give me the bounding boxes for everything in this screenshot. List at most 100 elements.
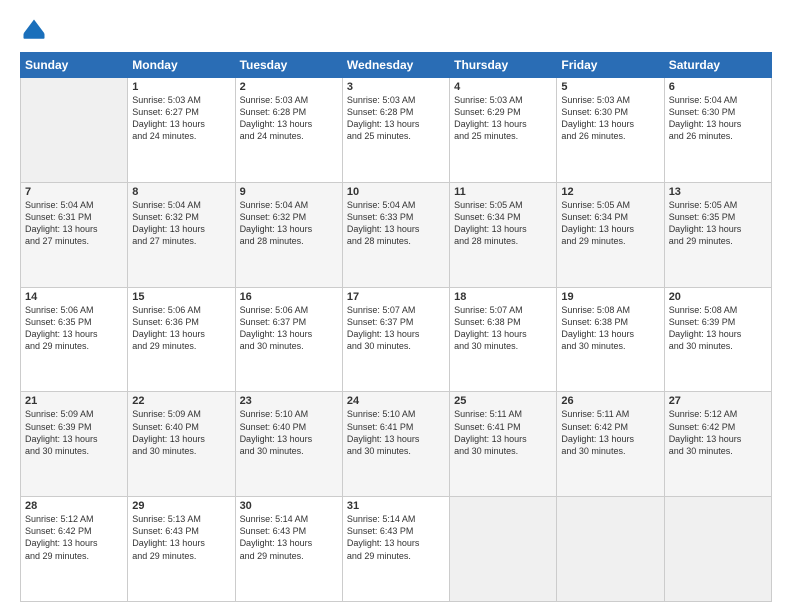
calendar-cell: 19Sunrise: 5:08 AM Sunset: 6:38 PM Dayli…	[557, 287, 664, 392]
day-number: 30	[240, 500, 338, 512]
day-info: Sunrise: 5:09 AM Sunset: 6:40 PM Dayligh…	[132, 408, 230, 457]
day-number: 28	[25, 500, 123, 512]
day-info: Sunrise: 5:10 AM Sunset: 6:40 PM Dayligh…	[240, 408, 338, 457]
day-number: 14	[25, 291, 123, 303]
calendar-header-monday: Monday	[128, 53, 235, 78]
calendar-cell: 5Sunrise: 5:03 AM Sunset: 6:30 PM Daylig…	[557, 78, 664, 183]
day-info: Sunrise: 5:03 AM Sunset: 6:27 PM Dayligh…	[132, 94, 230, 143]
calendar-cell	[664, 497, 771, 602]
day-info: Sunrise: 5:13 AM Sunset: 6:43 PM Dayligh…	[132, 513, 230, 562]
day-info: Sunrise: 5:03 AM Sunset: 6:28 PM Dayligh…	[240, 94, 338, 143]
calendar-cell: 2Sunrise: 5:03 AM Sunset: 6:28 PM Daylig…	[235, 78, 342, 183]
calendar-cell	[450, 497, 557, 602]
calendar-header-sunday: Sunday	[21, 53, 128, 78]
calendar-cell: 3Sunrise: 5:03 AM Sunset: 6:28 PM Daylig…	[342, 78, 449, 183]
logo	[20, 16, 50, 44]
day-info: Sunrise: 5:05 AM Sunset: 6:35 PM Dayligh…	[669, 199, 767, 248]
header	[20, 16, 772, 44]
day-info: Sunrise: 5:12 AM Sunset: 6:42 PM Dayligh…	[669, 408, 767, 457]
calendar-header-tuesday: Tuesday	[235, 53, 342, 78]
day-number: 1	[132, 81, 230, 93]
calendar-cell: 12Sunrise: 5:05 AM Sunset: 6:34 PM Dayli…	[557, 182, 664, 287]
day-number: 5	[561, 81, 659, 93]
day-info: Sunrise: 5:09 AM Sunset: 6:39 PM Dayligh…	[25, 408, 123, 457]
day-info: Sunrise: 5:03 AM Sunset: 6:30 PM Dayligh…	[561, 94, 659, 143]
calendar-cell: 24Sunrise: 5:10 AM Sunset: 6:41 PM Dayli…	[342, 392, 449, 497]
calendar-cell: 18Sunrise: 5:07 AM Sunset: 6:38 PM Dayli…	[450, 287, 557, 392]
calendar-cell: 22Sunrise: 5:09 AM Sunset: 6:40 PM Dayli…	[128, 392, 235, 497]
calendar-cell: 21Sunrise: 5:09 AM Sunset: 6:39 PM Dayli…	[21, 392, 128, 497]
calendar-week-3: 21Sunrise: 5:09 AM Sunset: 6:39 PM Dayli…	[21, 392, 772, 497]
calendar-cell	[21, 78, 128, 183]
calendar-week-2: 14Sunrise: 5:06 AM Sunset: 6:35 PM Dayli…	[21, 287, 772, 392]
calendar-cell: 30Sunrise: 5:14 AM Sunset: 6:43 PM Dayli…	[235, 497, 342, 602]
calendar-cell: 6Sunrise: 5:04 AM Sunset: 6:30 PM Daylig…	[664, 78, 771, 183]
calendar-cell: 1Sunrise: 5:03 AM Sunset: 6:27 PM Daylig…	[128, 78, 235, 183]
day-info: Sunrise: 5:04 AM Sunset: 6:32 PM Dayligh…	[240, 199, 338, 248]
day-number: 3	[347, 81, 445, 93]
calendar-cell: 4Sunrise: 5:03 AM Sunset: 6:29 PM Daylig…	[450, 78, 557, 183]
calendar-cell: 8Sunrise: 5:04 AM Sunset: 6:32 PM Daylig…	[128, 182, 235, 287]
calendar-header-thursday: Thursday	[450, 53, 557, 78]
calendar-cell: 10Sunrise: 5:04 AM Sunset: 6:33 PM Dayli…	[342, 182, 449, 287]
day-number: 20	[669, 291, 767, 303]
day-number: 17	[347, 291, 445, 303]
calendar-cell: 31Sunrise: 5:14 AM Sunset: 6:43 PM Dayli…	[342, 497, 449, 602]
day-number: 27	[669, 395, 767, 407]
day-info: Sunrise: 5:07 AM Sunset: 6:37 PM Dayligh…	[347, 304, 445, 353]
day-number: 21	[25, 395, 123, 407]
day-number: 29	[132, 500, 230, 512]
day-number: 26	[561, 395, 659, 407]
calendar-cell: 20Sunrise: 5:08 AM Sunset: 6:39 PM Dayli…	[664, 287, 771, 392]
day-number: 15	[132, 291, 230, 303]
page: SundayMondayTuesdayWednesdayThursdayFrid…	[0, 0, 792, 612]
calendar-week-4: 28Sunrise: 5:12 AM Sunset: 6:42 PM Dayli…	[21, 497, 772, 602]
calendar-cell	[557, 497, 664, 602]
day-number: 16	[240, 291, 338, 303]
day-info: Sunrise: 5:04 AM Sunset: 6:30 PM Dayligh…	[669, 94, 767, 143]
logo-icon	[20, 16, 48, 44]
day-info: Sunrise: 5:06 AM Sunset: 6:37 PM Dayligh…	[240, 304, 338, 353]
day-number: 13	[669, 186, 767, 198]
day-info: Sunrise: 5:14 AM Sunset: 6:43 PM Dayligh…	[240, 513, 338, 562]
calendar-cell: 15Sunrise: 5:06 AM Sunset: 6:36 PM Dayli…	[128, 287, 235, 392]
calendar: SundayMondayTuesdayWednesdayThursdayFrid…	[20, 52, 772, 602]
day-info: Sunrise: 5:05 AM Sunset: 6:34 PM Dayligh…	[561, 199, 659, 248]
calendar-cell: 23Sunrise: 5:10 AM Sunset: 6:40 PM Dayli…	[235, 392, 342, 497]
calendar-cell: 13Sunrise: 5:05 AM Sunset: 6:35 PM Dayli…	[664, 182, 771, 287]
day-number: 2	[240, 81, 338, 93]
calendar-cell: 17Sunrise: 5:07 AM Sunset: 6:37 PM Dayli…	[342, 287, 449, 392]
day-number: 7	[25, 186, 123, 198]
day-info: Sunrise: 5:14 AM Sunset: 6:43 PM Dayligh…	[347, 513, 445, 562]
day-number: 22	[132, 395, 230, 407]
day-number: 23	[240, 395, 338, 407]
day-info: Sunrise: 5:04 AM Sunset: 6:31 PM Dayligh…	[25, 199, 123, 248]
calendar-header-row: SundayMondayTuesdayWednesdayThursdayFrid…	[21, 53, 772, 78]
day-number: 4	[454, 81, 552, 93]
calendar-cell: 27Sunrise: 5:12 AM Sunset: 6:42 PM Dayli…	[664, 392, 771, 497]
day-info: Sunrise: 5:05 AM Sunset: 6:34 PM Dayligh…	[454, 199, 552, 248]
day-info: Sunrise: 5:10 AM Sunset: 6:41 PM Dayligh…	[347, 408, 445, 457]
day-info: Sunrise: 5:12 AM Sunset: 6:42 PM Dayligh…	[25, 513, 123, 562]
day-info: Sunrise: 5:11 AM Sunset: 6:42 PM Dayligh…	[561, 408, 659, 457]
day-info: Sunrise: 5:08 AM Sunset: 6:39 PM Dayligh…	[669, 304, 767, 353]
calendar-cell: 25Sunrise: 5:11 AM Sunset: 6:41 PM Dayli…	[450, 392, 557, 497]
calendar-cell: 11Sunrise: 5:05 AM Sunset: 6:34 PM Dayli…	[450, 182, 557, 287]
day-number: 10	[347, 186, 445, 198]
day-number: 9	[240, 186, 338, 198]
day-info: Sunrise: 5:06 AM Sunset: 6:36 PM Dayligh…	[132, 304, 230, 353]
day-number: 25	[454, 395, 552, 407]
calendar-header-friday: Friday	[557, 53, 664, 78]
calendar-cell: 14Sunrise: 5:06 AM Sunset: 6:35 PM Dayli…	[21, 287, 128, 392]
calendar-week-1: 7Sunrise: 5:04 AM Sunset: 6:31 PM Daylig…	[21, 182, 772, 287]
calendar-cell: 26Sunrise: 5:11 AM Sunset: 6:42 PM Dayli…	[557, 392, 664, 497]
calendar-cell: 28Sunrise: 5:12 AM Sunset: 6:42 PM Dayli…	[21, 497, 128, 602]
calendar-cell: 7Sunrise: 5:04 AM Sunset: 6:31 PM Daylig…	[21, 182, 128, 287]
day-number: 11	[454, 186, 552, 198]
calendar-header-saturday: Saturday	[664, 53, 771, 78]
day-number: 31	[347, 500, 445, 512]
calendar-header-wednesday: Wednesday	[342, 53, 449, 78]
day-info: Sunrise: 5:08 AM Sunset: 6:38 PM Dayligh…	[561, 304, 659, 353]
calendar-cell: 9Sunrise: 5:04 AM Sunset: 6:32 PM Daylig…	[235, 182, 342, 287]
day-info: Sunrise: 5:03 AM Sunset: 6:28 PM Dayligh…	[347, 94, 445, 143]
